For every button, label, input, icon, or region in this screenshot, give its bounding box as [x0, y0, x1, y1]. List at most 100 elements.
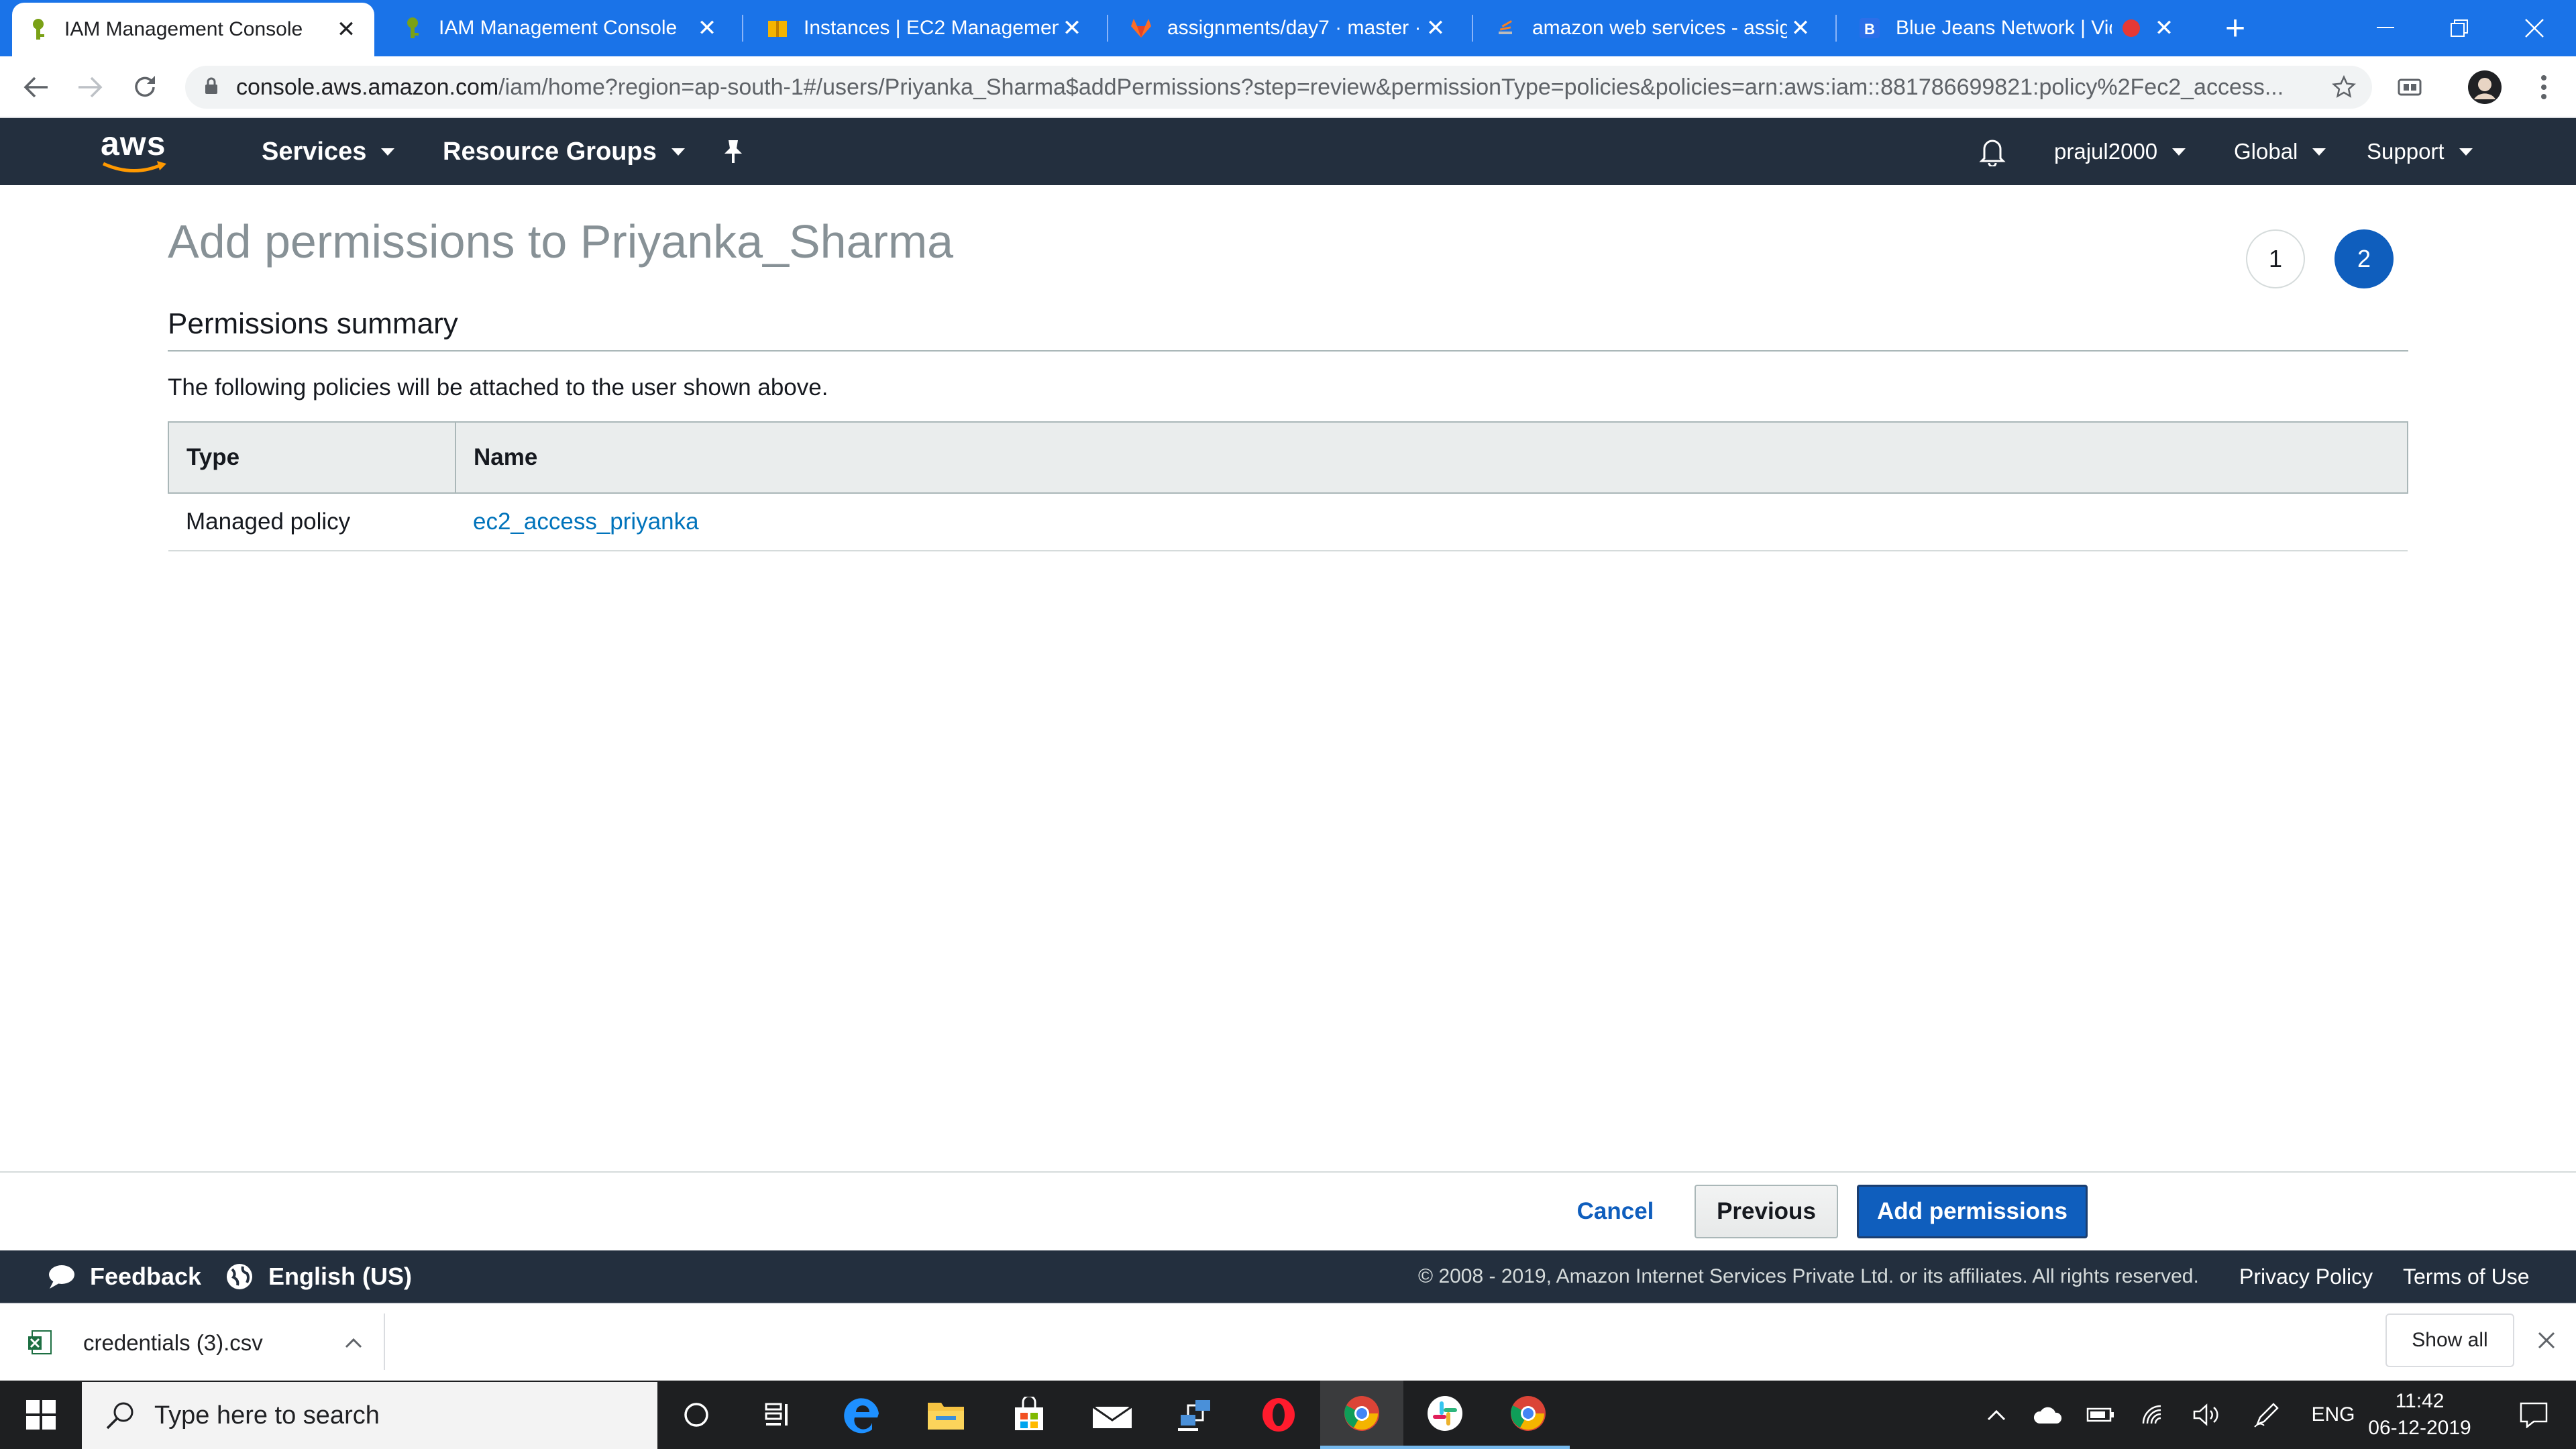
- tab-close-icon[interactable]: ✕: [694, 15, 720, 42]
- add-permissions-button[interactable]: Add permissions: [1857, 1185, 2088, 1238]
- support-label: Support: [2367, 139, 2445, 164]
- chevron-down-icon: [2172, 148, 2186, 156]
- clock[interactable]: 11:42 06-12-2019: [2364, 1381, 2475, 1449]
- tab-separator: [1835, 15, 1837, 42]
- browser-tab-iam-2[interactable]: IAM Management Console ✕: [386, 0, 735, 56]
- chevron-down-icon: [671, 148, 685, 156]
- aws-key-favicon-icon: [27, 18, 50, 41]
- aws-smile-icon: [102, 161, 166, 172]
- region-menu[interactable]: Global: [2234, 118, 2326, 185]
- browser-tab-iam-1[interactable]: IAM Management Console ✕: [12, 3, 374, 56]
- resource-groups-menu[interactable]: Resource Groups: [443, 118, 685, 185]
- close-shelf-icon[interactable]: [2526, 1313, 2567, 1367]
- copyright-text: © 2008 - 2019, Amazon Internet Services …: [1418, 1265, 2199, 1287]
- task-view-icon[interactable]: [738, 1381, 821, 1449]
- page-title: Add permissions to Priyanka_Sharma: [168, 215, 954, 268]
- new-tab-button[interactable]: +: [2208, 0, 2262, 56]
- slack-icon[interactable]: [1403, 1381, 1487, 1449]
- wizard-step-1[interactable]: 1: [2246, 229, 2305, 288]
- bluejeans-favicon-icon: B: [1858, 17, 1881, 40]
- tab-title: IAM Management Console: [64, 18, 303, 40]
- previous-button[interactable]: Previous: [1695, 1185, 1838, 1238]
- notifications-bell-icon[interactable]: [1979, 118, 2006, 185]
- close-window-icon[interactable]: [2494, 0, 2575, 56]
- restore-window-icon[interactable]: [2419, 0, 2500, 56]
- tab-close-icon[interactable]: ✕: [333, 16, 360, 43]
- language-selector[interactable]: English (US): [225, 1250, 412, 1303]
- battery-icon[interactable]: [2078, 1381, 2123, 1449]
- account-menu[interactable]: prajul2000: [2054, 118, 2186, 185]
- search-icon: [106, 1402, 133, 1430]
- browser-tab-bluejeans[interactable]: B Blue Jeans Network | Vid ✕: [1843, 0, 2192, 56]
- reload-icon[interactable]: [118, 56, 172, 118]
- volume-icon[interactable]: [2186, 1381, 2230, 1449]
- show-hidden-icons-chevron-icon[interactable]: [1978, 1381, 2015, 1449]
- recording-dot-icon: [2123, 19, 2140, 37]
- minimize-window-icon[interactable]: [2345, 0, 2426, 56]
- extension-icon[interactable]: [2383, 56, 2436, 118]
- column-header-name: Name: [455, 421, 2408, 494]
- tab-title: assignments/day7 · master ·: [1167, 17, 1421, 39]
- tab-close-icon[interactable]: ✕: [2151, 15, 2178, 42]
- column-header-type: Type: [168, 421, 456, 494]
- aws-logo[interactable]: aws: [101, 126, 174, 177]
- support-menu[interactable]: Support: [2367, 118, 2473, 185]
- mail-icon[interactable]: [1071, 1381, 1154, 1449]
- chrome-menu-icon[interactable]: [2517, 56, 2571, 118]
- back-arrow-icon[interactable]: [9, 56, 63, 118]
- chevron-down-icon: [381, 148, 395, 156]
- tab-close-icon[interactable]: ✕: [1422, 15, 1449, 42]
- url-path: /iam/home?region=ap-south-1#/users/Priya…: [498, 74, 2284, 100]
- windows-start-icon[interactable]: [0, 1381, 82, 1449]
- table-row: Managed policy ec2_access_priyanka: [168, 493, 2408, 551]
- chevron-up-icon[interactable]: [343, 1336, 364, 1350]
- terms-of-use-link[interactable]: Terms of Use: [2403, 1250, 2529, 1303]
- tab-close-icon[interactable]: ✕: [1059, 15, 1085, 42]
- policy-name-cell: ec2_access_priyanka: [455, 493, 2408, 551]
- file-explorer-icon[interactable]: [904, 1381, 987, 1449]
- services-label: Services: [262, 137, 367, 166]
- browser-tab-ec2[interactable]: Instances | EC2 Management ✕: [751, 0, 1100, 56]
- forward-arrow-icon[interactable]: [63, 56, 117, 118]
- clock-date: 06-12-2019: [2368, 1417, 2471, 1439]
- cortana-icon[interactable]: [655, 1381, 738, 1449]
- profile-avatar-icon[interactable]: [2458, 56, 2512, 118]
- network-app-icon[interactable]: [1154, 1381, 1237, 1449]
- svg-text:B: B: [1864, 21, 1875, 38]
- browser-tab-gitlab[interactable]: assignments/day7 · master · ✕: [1115, 0, 1464, 56]
- pen-workspace-icon[interactable]: [2245, 1381, 2289, 1449]
- chrome-browser-icon[interactable]: [1487, 1381, 1570, 1449]
- input-language-indicator[interactable]: ENG: [2305, 1381, 2361, 1449]
- tab-close-icon[interactable]: ✕: [1787, 15, 1814, 42]
- clock-time: 11:42: [2395, 1390, 2445, 1412]
- account-name: prajul2000: [2054, 139, 2158, 164]
- section-title: Permissions summary: [168, 307, 458, 340]
- pin-icon[interactable]: [722, 118, 745, 185]
- browser-tab-stackoverflow[interactable]: amazon web services - assign ✕: [1480, 0, 1829, 56]
- edge-browser-icon[interactable]: [821, 1381, 904, 1449]
- aws-key-favicon-icon: [401, 17, 424, 40]
- tab-separator: [1107, 15, 1108, 42]
- onedrive-cloud-icon[interactable]: [2026, 1381, 2070, 1449]
- opera-browser-icon[interactable]: [1237, 1381, 1320, 1449]
- address-bar[interactable]: console.aws.amazon.com/iam/home?region=a…: [185, 66, 2372, 109]
- microsoft-store-icon[interactable]: [987, 1381, 1071, 1449]
- taskbar-search-box[interactable]: Type here to search: [82, 1382, 657, 1449]
- wizard-step-2[interactable]: 2: [2334, 229, 2394, 288]
- gitlab-fox-favicon-icon: [1130, 17, 1152, 40]
- lock-icon: [204, 76, 219, 99]
- chrome-browser-icon[interactable]: [1320, 1381, 1403, 1449]
- privacy-policy-link[interactable]: Privacy Policy: [2239, 1250, 2373, 1303]
- services-menu[interactable]: Services: [262, 118, 395, 185]
- wifi-icon[interactable]: [2132, 1381, 2176, 1449]
- feedback-link[interactable]: Feedback: [46, 1250, 201, 1303]
- chevron-down-icon: [2312, 148, 2326, 156]
- permissions-table: Type Name Managed policy ec2_access_priy…: [168, 421, 2408, 551]
- action-center-icon[interactable]: [2497, 1381, 2571, 1449]
- download-item[interactable]: credentials (3).csv: [27, 1312, 364, 1374]
- bookmark-star-icon[interactable]: [2317, 56, 2371, 118]
- cancel-button[interactable]: Cancel: [1559, 1185, 1672, 1238]
- show-all-downloads-button[interactable]: Show all: [2385, 1313, 2514, 1367]
- resource-groups-label: Resource Groups: [443, 137, 657, 166]
- policy-link[interactable]: ec2_access_priyanka: [473, 508, 699, 535]
